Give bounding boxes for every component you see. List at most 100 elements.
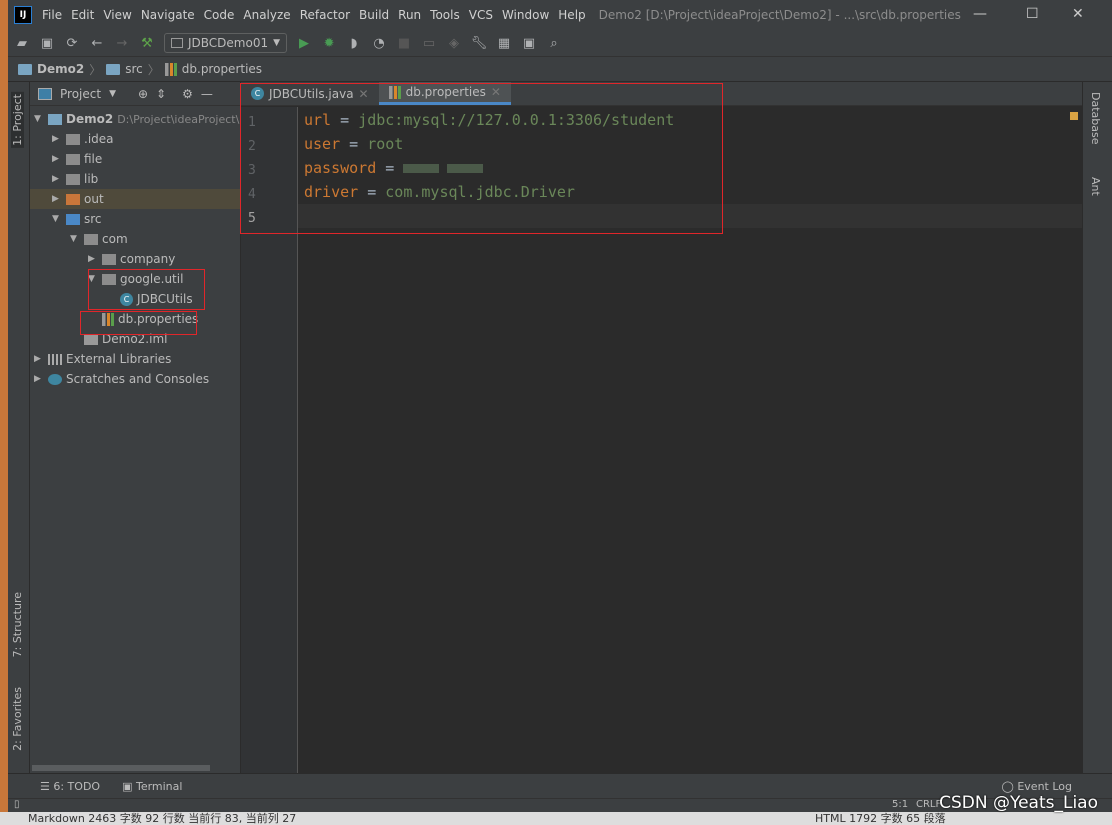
tree-item[interactable]: ▶ file <box>52 149 102 169</box>
horizontal-scrollbar[interactable] <box>32 765 210 771</box>
tree-item[interactable]: ▶ out <box>30 189 241 209</box>
close-icon[interactable]: ✕ <box>1072 6 1084 22</box>
main-toolbar: ▰ ▣ ⟳ ← → ⚒ JDBCDemo01 ▼ ▶ ✹ ◗ ◔ ■ ▭ ◈ 🔧… <box>8 30 1112 57</box>
tool-tab-todo[interactable]: ☰ 6: TODO <box>40 780 100 793</box>
hide-icon[interactable]: — <box>201 87 213 101</box>
chevron-down-icon[interactable]: ▼ <box>34 114 44 124</box>
tree-item[interactable]: ▶ External Libraries <box>34 349 171 369</box>
build-hammer-icon[interactable]: ⚒ <box>139 35 155 51</box>
menu-vcs[interactable]: VCS <box>469 8 493 22</box>
breadcrumb-src[interactable]: src <box>125 62 143 76</box>
run-icon[interactable]: ▶ <box>296 35 312 51</box>
tree-item-label: company <box>120 252 176 266</box>
project-structure-icon[interactable]: ▦ <box>496 35 512 51</box>
chevron-right-icon[interactable]: ▶ <box>34 374 44 384</box>
menu-tools[interactable]: Tools <box>430 8 460 22</box>
properties-file-icon <box>164 62 177 76</box>
caret-position[interactable]: 5:1 <box>892 799 908 810</box>
terminal-label: Terminal <box>135 779 183 793</box>
terminal-icon[interactable]: ▣ <box>521 35 537 51</box>
menu-build[interactable]: Build <box>359 8 389 22</box>
menu-navigate[interactable]: Navigate <box>141 8 195 22</box>
line-separator[interactable]: CRLF <box>916 799 941 810</box>
tool-tab-ant[interactable]: Ant <box>1089 177 1102 196</box>
project-panel-header: Project ▼ ⊕ ⇕ ⚙ — <box>30 82 240 106</box>
menu-view[interactable]: View <box>103 8 131 22</box>
menu-code[interactable]: Code <box>204 8 235 22</box>
tree-item[interactable]: ▶ lib <box>52 169 98 189</box>
deploy-icon[interactable]: ◈ <box>446 35 462 51</box>
tree-item[interactable]: ▼ src <box>52 209 102 229</box>
menu-edit[interactable]: Edit <box>71 8 94 22</box>
save-icon[interactable]: ▣ <box>39 35 55 51</box>
tree-item-label: Demo2 <box>66 112 114 126</box>
tree-item-label: Scratches and Consoles <box>66 372 210 386</box>
locate-icon[interactable]: ⊕ <box>138 87 148 101</box>
chevron-down-icon[interactable]: ▼ <box>70 234 80 244</box>
profile-icon[interactable]: ◔ <box>371 35 387 51</box>
menu-refactor[interactable]: Refactor <box>300 8 350 22</box>
annotation-box-editor <box>240 83 723 234</box>
inspection-status-icon[interactable] <box>1070 112 1078 120</box>
module-folder-icon <box>18 63 32 75</box>
annotation-box-package <box>88 269 205 310</box>
tree-item[interactable]: ▶ company <box>88 249 175 269</box>
minimize-icon[interactable]: — <box>973 6 987 22</box>
tool-tab-terminal[interactable]: ▣ Terminal <box>122 780 182 793</box>
chevron-right-icon[interactable]: ▶ <box>34 354 44 364</box>
open-icon[interactable]: ▰ <box>14 35 30 51</box>
tool-tab-favorites[interactable]: 2: Favorites <box>11 687 24 751</box>
scratches-icon <box>48 373 62 385</box>
window-title: Demo2 [D:\Project\ideaProject\Demo2] - .… <box>598 8 961 22</box>
chevron-right-icon[interactable]: ▶ <box>52 154 62 164</box>
menu-help[interactable]: Help <box>558 8 585 22</box>
menu-analyze[interactable]: Analyze <box>243 8 290 22</box>
chevron-down-icon[interactable]: ▼ <box>109 89 116 99</box>
toggle-tool-windows-icon[interactable]: ▯ <box>14 799 20 810</box>
tree-item[interactable]: ▶ Scratches and Consoles <box>34 369 209 389</box>
debug-icon[interactable]: ✹ <box>321 35 337 51</box>
folder-icon <box>66 153 80 165</box>
chevron-down-icon: ▼ <box>273 38 281 48</box>
libraries-icon <box>48 353 62 365</box>
chevron-right-icon[interactable]: ▶ <box>52 134 62 144</box>
event-log-label: Event Log <box>1017 779 1072 793</box>
sync-icon[interactable]: ⟳ <box>64 35 80 51</box>
project-panel: Project ▼ ⊕ ⇕ ⚙ — ▼ Demo2 D:\Project\ideaP… <box>30 82 279 773</box>
search-icon[interactable]: ⌕ <box>546 35 562 51</box>
breadcrumb-db-properties[interactable]: db.properties <box>182 62 262 76</box>
menu-file[interactable]: File <box>42 8 62 22</box>
package-icon <box>84 233 98 245</box>
breadcrumb-demo2[interactable]: Demo2 <box>37 62 84 76</box>
forward-icon[interactable]: → <box>114 35 130 51</box>
project-view-select[interactable]: Project <box>60 87 101 101</box>
tool-tab-structure[interactable]: 7: Structure <box>11 592 24 657</box>
tool-tab-database[interactable]: Database <box>1089 92 1102 145</box>
tree-item-label: com <box>102 232 128 246</box>
tool-tab-project[interactable]: 1: Project <box>11 92 24 148</box>
chevron-down-icon[interactable]: ▼ <box>52 214 62 224</box>
chevron-right-icon[interactable]: ▶ <box>52 174 62 184</box>
chevron-right-icon: 〉 <box>147 62 160 77</box>
right-tool-strip: Database Ant <box>1082 82 1112 773</box>
chevron-right-icon[interactable]: ▶ <box>52 194 62 204</box>
menu-window[interactable]: Window <box>502 8 549 22</box>
collapse-all-icon[interactable]: ⇕ <box>156 87 166 101</box>
attach-icon[interactable]: ▭ <box>421 35 437 51</box>
gear-icon[interactable]: ⚙ <box>182 87 193 101</box>
chevron-right-icon[interactable]: ▶ <box>88 254 98 264</box>
tool-tab-event-log[interactable]: ◯ Event Log <box>1002 780 1072 793</box>
settings-wrench-icon[interactable]: 🔧︎ <box>471 35 488 51</box>
tree-item-label: file <box>84 152 103 166</box>
coverage-icon[interactable]: ◗ <box>346 35 362 51</box>
tree-item[interactable]: ▼ com <box>70 229 128 249</box>
folder-orange-icon <box>66 193 80 205</box>
watermark: CSDN @Yeats_Liao <box>939 793 1098 813</box>
run-configuration-select[interactable]: JDBCDemo01 ▼ <box>164 33 288 53</box>
stop-icon[interactable]: ■ <box>396 35 412 51</box>
menu-run[interactable]: Run <box>398 8 421 22</box>
tree-item[interactable]: ▶ .idea <box>52 129 114 149</box>
maximize-icon[interactable]: ☐ <box>1026 6 1039 22</box>
background-text-left: Markdown 2463 字数 92 行数 当前行 83, 当前列 27 <box>28 812 297 825</box>
back-icon[interactable]: ← <box>89 35 105 51</box>
